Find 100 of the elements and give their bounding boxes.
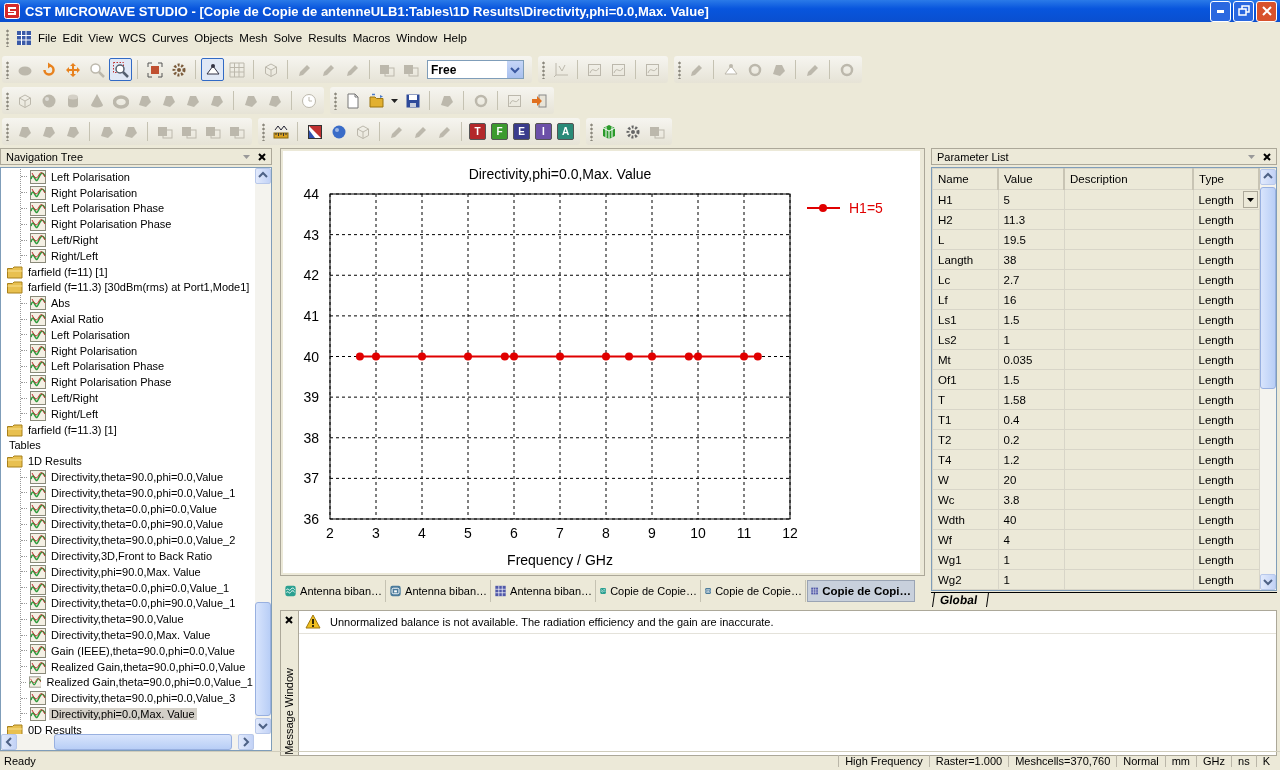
scroll-right-button[interactable] bbox=[238, 734, 254, 750]
menu-item[interactable]: WCS bbox=[118, 30, 151, 46]
menu-item[interactable]: File bbox=[37, 30, 62, 46]
scroll-thumb[interactable] bbox=[255, 602, 271, 716]
tree-item[interactable]: Directivity,theta=0.0,phi=90.0,Value bbox=[49, 518, 226, 531]
menu-item[interactable]: Help bbox=[442, 30, 472, 46]
scroll-down-button[interactable] bbox=[1260, 574, 1276, 590]
close-button[interactable] bbox=[283, 614, 295, 626]
column-header[interactable]: Description bbox=[1064, 168, 1193, 190]
tree-item[interactable]: farfield (f=11.3) [30dBm(rms) at Port1,Mode1] bbox=[26, 281, 252, 294]
plot-icon bbox=[644, 61, 661, 78]
solver-button[interactable]: I bbox=[535, 123, 552, 140]
tree-item[interactable]: Realized Gain,theta=90.0,phi=0.0,Value bbox=[49, 660, 248, 673]
tree-item[interactable]: Directivity,phi=0.0,Max. Value bbox=[49, 708, 197, 720]
tree-item[interactable]: Right Polarisation Phase bbox=[49, 376, 174, 389]
tree-item[interactable]: Right Polarisation Phase bbox=[49, 218, 174, 231]
menu-item[interactable]: Objects bbox=[193, 30, 239, 46]
column-header[interactable]: Value bbox=[998, 168, 1064, 190]
tree-item[interactable]: Gain (IEEE),theta=90.0,phi=0.0,Value bbox=[49, 644, 237, 657]
document-tab[interactable]: Copie de Copi… bbox=[807, 580, 915, 602]
tree-item[interactable]: Left Polarisation Phase bbox=[49, 360, 167, 373]
toolbar-button[interactable] bbox=[201, 58, 224, 81]
column-header[interactable]: Name bbox=[932, 168, 998, 190]
document-tab[interactable]: Antenna biban… bbox=[387, 580, 491, 602]
tree-item[interactable]: Tables bbox=[7, 439, 43, 452]
solver-button[interactable]: A bbox=[557, 123, 574, 140]
tree-item[interactable]: Realized Gain,theta=90.0,phi=0.0,Value_1 bbox=[44, 676, 255, 689]
graph-icon bbox=[30, 168, 46, 185]
graph-icon bbox=[30, 484, 46, 501]
scroll-thumb[interactable] bbox=[54, 734, 232, 750]
tree-item[interactable]: 1D Results bbox=[26, 455, 84, 468]
graph-icon bbox=[30, 311, 46, 328]
tree-item[interactable]: Left/Right bbox=[49, 392, 101, 405]
tree-item[interactable]: Directivity,theta=90.0,phi=0.0,Value_2 bbox=[49, 534, 238, 547]
tree-item[interactable]: Right/Left bbox=[49, 407, 101, 420]
menu-item[interactable]: View bbox=[87, 30, 119, 46]
folder-icon bbox=[7, 721, 23, 734]
document-tab[interactable]: Copie de Copie… bbox=[597, 580, 701, 602]
tree-item[interactable]: Abs bbox=[49, 297, 72, 310]
status-field: High Frequency bbox=[838, 755, 929, 767]
tree-item[interactable]: Axial Ratio bbox=[49, 313, 106, 326]
tree-item[interactable]: Left Polarisation Phase bbox=[49, 202, 167, 215]
tree-item[interactable]: Directivity,theta=0.0,phi=0.0,Value_1 bbox=[49, 581, 232, 594]
dropdown-button[interactable] bbox=[1242, 191, 1258, 208]
axis-tick-label: 44 bbox=[303, 186, 319, 202]
data-point bbox=[418, 352, 426, 361]
close-button[interactable] bbox=[256, 150, 268, 163]
tree-item[interactable]: Directivity,theta=0.0,phi=0.0,Value bbox=[49, 502, 219, 515]
tree-item[interactable]: Directivity,theta=90.0,Max. Value bbox=[49, 629, 213, 641]
tree-item[interactable]: Directivity,theta=90.0,phi=0.0,Value_3 bbox=[49, 692, 238, 705]
close-icon bbox=[284, 615, 294, 625]
scroll-down-button[interactable] bbox=[255, 718, 271, 734]
tree-item[interactable]: Left/Right bbox=[49, 234, 101, 247]
tree-item[interactable]: Directivity,phi=90.0,Max. Value bbox=[49, 565, 203, 578]
minimize-button[interactable] bbox=[1210, 0, 1231, 22]
plot-icon bbox=[610, 61, 627, 78]
tree-item[interactable]: Left Polarisation bbox=[49, 328, 132, 341]
scroll-left-button[interactable] bbox=[1, 734, 17, 750]
menu-item[interactable]: Curves bbox=[150, 30, 194, 46]
document-tab[interactable]: Copie de Copie… bbox=[702, 580, 806, 602]
document-tab[interactable]: Antenna biban… bbox=[492, 580, 596, 602]
table-cell: L bbox=[932, 229, 998, 250]
ring-icon bbox=[472, 92, 489, 109]
graph-icon bbox=[30, 232, 46, 249]
table-cell: Length bbox=[1193, 569, 1259, 590]
solver-button[interactable]: T bbox=[469, 123, 486, 140]
close-button[interactable] bbox=[1261, 150, 1273, 163]
tree-item[interactable]: Right Polarisation bbox=[49, 344, 140, 357]
column-header[interactable]: Type bbox=[1193, 168, 1259, 190]
scroll-thumb[interactable] bbox=[1260, 187, 1276, 389]
fit-view-icon bbox=[146, 61, 163, 78]
solver-button[interactable]: E bbox=[513, 123, 530, 140]
tree-item[interactable]: Directivity,theta=90.0,phi=0.0,Value bbox=[49, 471, 226, 484]
toolbar-button[interactable] bbox=[109, 58, 132, 81]
tree-item[interactable]: Left Polarisation bbox=[49, 170, 132, 183]
menu-item[interactable]: Mesh bbox=[238, 30, 273, 46]
menu-item[interactable]: Edit bbox=[61, 30, 88, 46]
data-point bbox=[648, 352, 656, 361]
tree-item[interactable]: Directivity,theta=90.0,Value bbox=[49, 613, 186, 626]
tree-item[interactable]: 0D Results bbox=[26, 723, 84, 734]
plot-icon bbox=[506, 92, 523, 109]
scroll-up-button[interactable] bbox=[255, 168, 271, 184]
solver-button[interactable]: F bbox=[491, 123, 508, 140]
restore-button[interactable] bbox=[1233, 0, 1254, 22]
menu-item[interactable]: Solve bbox=[272, 30, 308, 46]
tree-item[interactable]: farfield (f=11) [1] bbox=[26, 265, 110, 278]
zoom-icon bbox=[112, 61, 129, 78]
menu-item[interactable]: Window bbox=[395, 30, 443, 46]
tree-item[interactable]: Right/Left bbox=[49, 249, 101, 262]
sheet-tab[interactable]: Global bbox=[932, 593, 990, 607]
mode-dropdown[interactable]: Free bbox=[427, 60, 524, 79]
menu-item[interactable]: Macros bbox=[351, 30, 396, 46]
scroll-up-button[interactable] bbox=[1260, 169, 1276, 185]
tree-item[interactable]: Directivity,3D,Front to Back Ratio bbox=[49, 550, 215, 562]
tree-item[interactable]: Directivity,theta=0.0,phi=90.0,Value_1 bbox=[49, 597, 238, 610]
tree-item[interactable]: farfield (f=11.3) [1] bbox=[26, 423, 119, 436]
menu-item[interactable]: Results bbox=[307, 30, 352, 46]
document-tab[interactable]: Antenna biban… bbox=[282, 580, 386, 602]
tree-item[interactable]: Directivity,theta=90.0,phi=0.0,Value_1 bbox=[49, 486, 238, 499]
tree-item[interactable]: Right Polarisation bbox=[49, 186, 140, 199]
